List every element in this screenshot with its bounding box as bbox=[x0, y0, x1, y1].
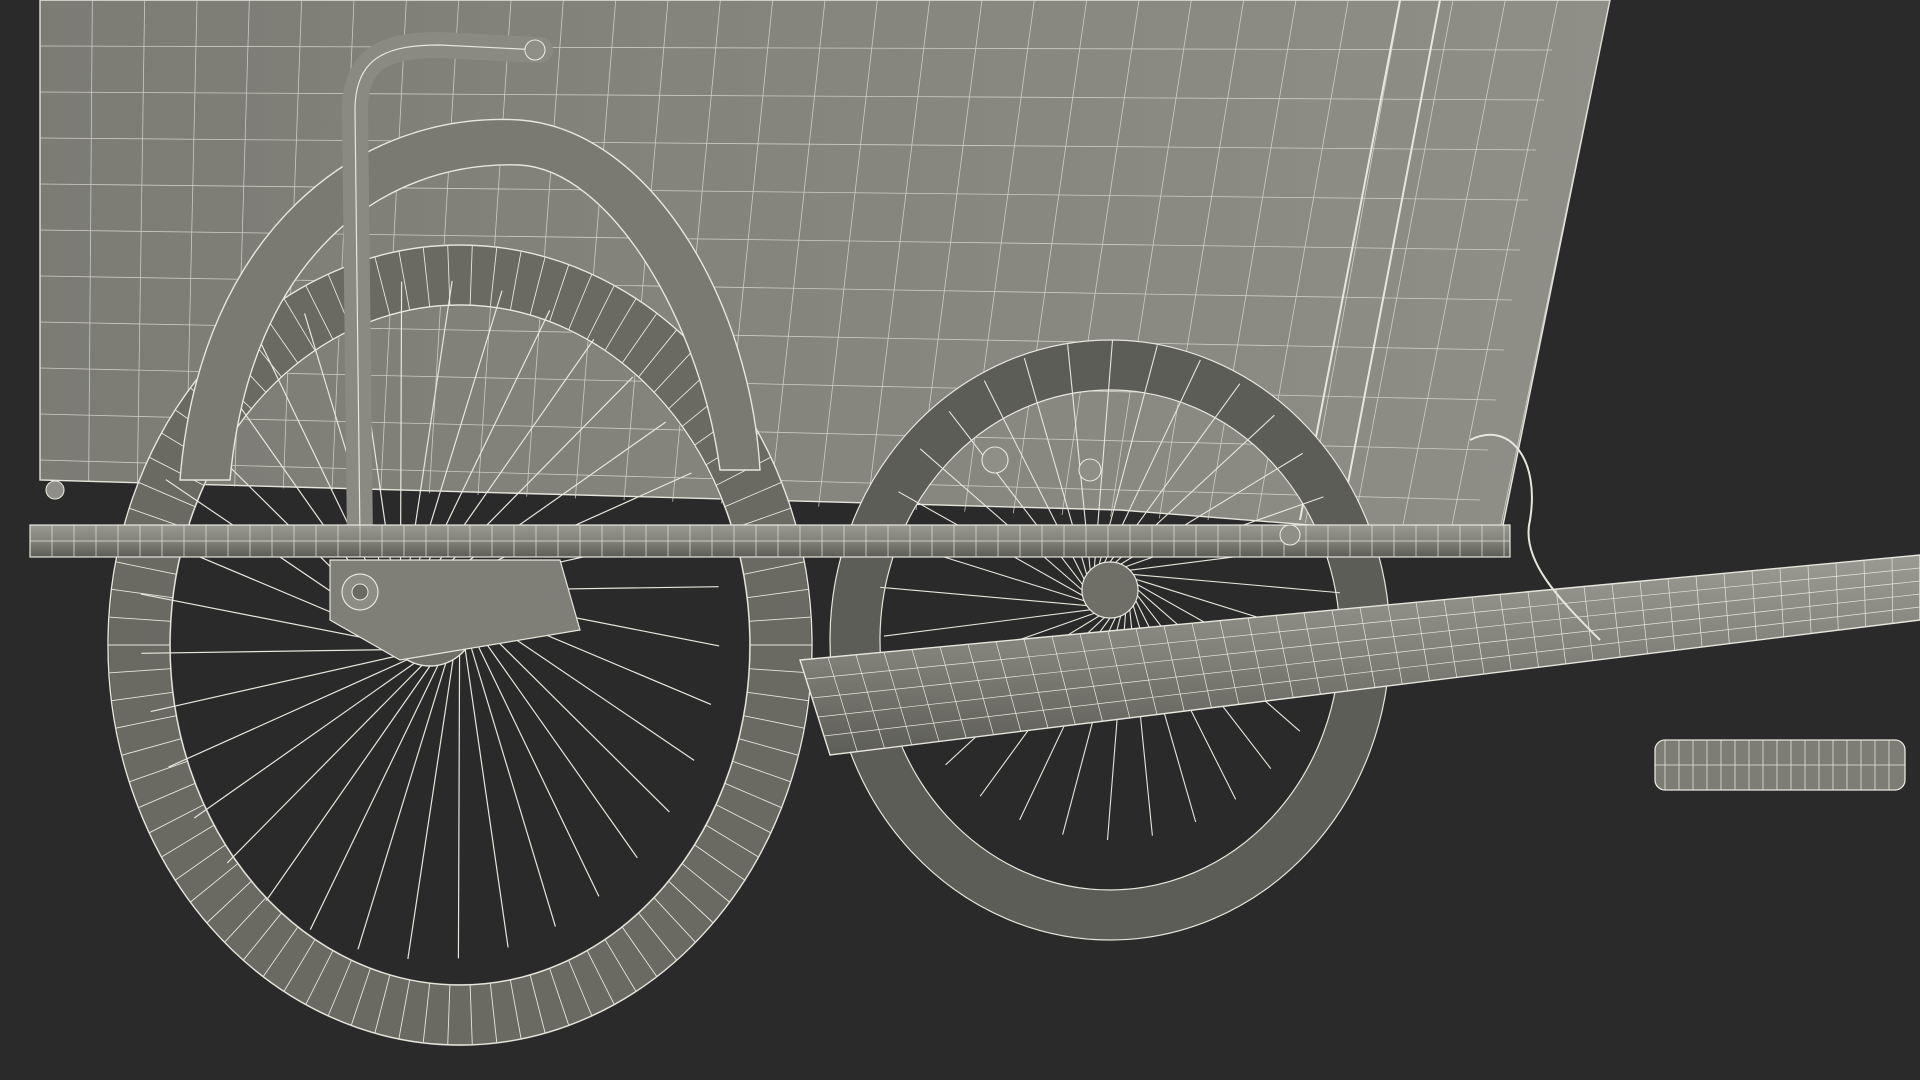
wireframe-render-canvas bbox=[29, 0, 1920, 1046]
axle-bracket bbox=[329, 559, 581, 661]
pedal bbox=[1654, 739, 1906, 791]
right-wheel-hub bbox=[1081, 561, 1139, 619]
